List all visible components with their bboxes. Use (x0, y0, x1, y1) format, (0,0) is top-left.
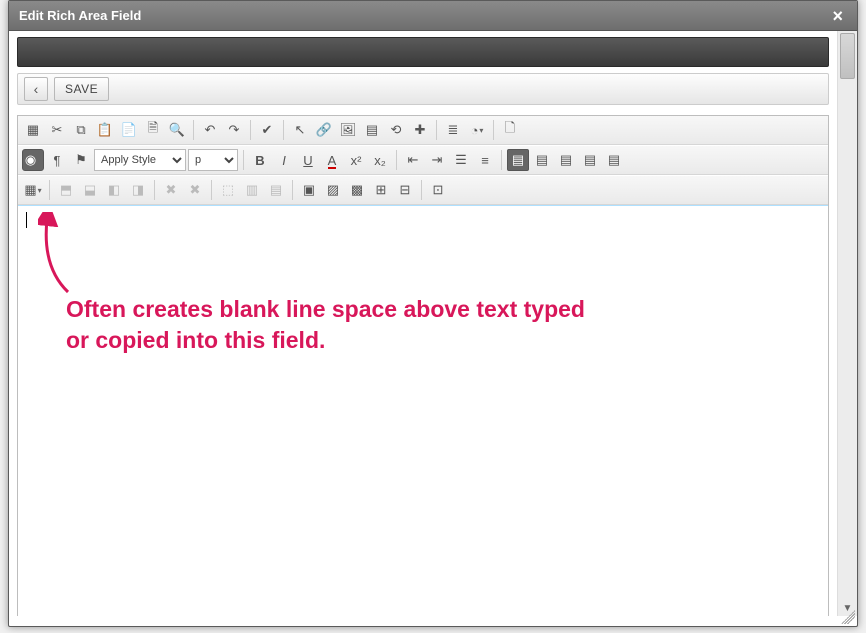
outdent-icon[interactable]: ⇤ (402, 149, 424, 171)
split-v-icon[interactable]: ▤ (265, 179, 287, 201)
paste-html-icon[interactable]: 🗎 (142, 119, 164, 141)
dialog: Edit Rich Area Field × ▲ ▼ ‹ SAVE ▦✂⧉📋📄🗎… (8, 0, 858, 627)
image-icon[interactable]: 🖼 (337, 119, 359, 141)
align-right-icon[interactable]: ▤ (555, 149, 577, 171)
row-before-icon[interactable]: ⬒ (55, 179, 77, 201)
cursor-icon[interactable]: ↖ (289, 119, 311, 141)
align-none-icon[interactable]: ▤ (603, 149, 625, 171)
toolbar-separator (49, 180, 50, 200)
split-h-icon[interactable]: ▥ (241, 179, 263, 201)
del-row-icon[interactable]: ✖ (160, 179, 182, 201)
split-cell-icon[interactable]: ⊡ (427, 179, 449, 201)
align-center-icon[interactable]: ▤ (531, 149, 553, 171)
toolbar-row-1: ▦✂⧉📋📄🗎🔍 ↶↷ ✔ ↖🔗🖼▤⟲✚ ≣◔ 🗋 (18, 116, 828, 145)
rich-editor: ▦✂⧉📋📄🗎🔍↶↷✔↖🔗🖼▤⟲✚≣◔🗋 ◉¶⚑Apply StylepBIUAx… (17, 115, 829, 616)
titlebar: Edit Rich Area Field × (9, 1, 857, 31)
remove-format-icon[interactable]: ⟲ (385, 119, 407, 141)
bold-icon[interactable]: B (249, 149, 271, 171)
pilcrow-icon[interactable]: ¶ (46, 149, 68, 171)
cell-border-icon[interactable]: ▩ (346, 179, 368, 201)
superscript-icon[interactable]: x² (345, 149, 367, 171)
find-replace-icon[interactable]: 🔍 (166, 119, 188, 141)
toolbar-separator (292, 180, 293, 200)
date-icon[interactable]: ◔ (466, 119, 488, 141)
cell-bg-icon[interactable]: ▨ (322, 179, 344, 201)
record-icon[interactable]: ◉ (22, 149, 44, 171)
save-button[interactable]: SAVE (54, 77, 109, 101)
layout-icon[interactable]: ⊟ (394, 179, 416, 201)
annotation-text: Often creates blank line space above tex… (66, 294, 585, 356)
spellcheck-icon[interactable]: ✔ (256, 119, 278, 141)
align-left-icon[interactable]: ▤ (507, 149, 529, 171)
paragraph-format-select[interactable]: p (188, 149, 238, 171)
toolbar-separator (250, 120, 251, 140)
preview-icon[interactable]: 🗋 (499, 119, 521, 141)
toolbar-separator (493, 120, 494, 140)
paste-word-icon[interactable]: 📄 (118, 119, 140, 141)
del-col-icon[interactable]: ✖ (184, 179, 206, 201)
dialog-scrollbar[interactable]: ▲ ▼ (837, 31, 857, 616)
toolbar-separator (421, 180, 422, 200)
command-row: ‹ SAVE (17, 73, 829, 105)
toolbar-separator (436, 120, 437, 140)
insert-table-icon[interactable]: ▦ (22, 179, 44, 201)
clean-icon[interactable]: ✚ (409, 119, 431, 141)
col-before-icon[interactable]: ◧ (103, 179, 125, 201)
underline-icon[interactable]: U (297, 149, 319, 171)
dialog-body: ‹ SAVE ▦✂⧉📋📄🗎🔍↶↷✔↖🔗🖼▤⟲✚≣◔🗋 ◉¶⚑Apply Styl… (9, 31, 837, 616)
cell-props-icon[interactable]: ▣ (298, 179, 320, 201)
italic-icon[interactable]: I (273, 149, 295, 171)
editor-canvas[interactable]: Often creates blank line space above tex… (18, 205, 828, 616)
toolbar-separator (193, 120, 194, 140)
dark-header-bar (17, 37, 829, 67)
toolbar-separator (396, 150, 397, 170)
text-cursor (26, 212, 27, 228)
toolbar-row-3: ▦ ⬒⬓◧◨ ✖✖ ⬚▥▤ ▣▨▩⊞⊟ ⊡ (18, 175, 828, 205)
col-after-icon[interactable]: ◨ (127, 179, 149, 201)
link-icon[interactable]: 🔗 (313, 119, 335, 141)
align-justify-icon[interactable]: ▤ (579, 149, 601, 171)
paste-icon[interactable]: 📋 (94, 119, 116, 141)
hr-icon[interactable]: ≣ (442, 119, 464, 141)
flag-icon[interactable]: ⚑ (70, 149, 92, 171)
indent-icon[interactable]: ⇥ (426, 149, 448, 171)
toolbar-separator (283, 120, 284, 140)
row-after-icon[interactable]: ⬓ (79, 179, 101, 201)
annotation-arrow-icon (38, 212, 78, 302)
scroll-thumb[interactable] (840, 33, 855, 79)
grid-icon[interactable]: ⊞ (370, 179, 392, 201)
toolbar-separator (243, 150, 244, 170)
toolbar-row-2: ◉¶⚑Apply StylepBIUAx²x₂⇤⇥☰≡▤▤▤▤▤ (18, 145, 828, 175)
apply-style-select[interactable]: Apply Style (94, 149, 186, 171)
toolbar-separator (211, 180, 212, 200)
toolbar-separator (501, 150, 502, 170)
dialog-title: Edit Rich Area Field (19, 8, 141, 23)
merge-cells-icon[interactable]: ⬚ (217, 179, 239, 201)
close-icon[interactable]: × (828, 7, 847, 25)
chevron-left-icon: ‹ (34, 81, 39, 97)
num-list-icon[interactable]: ≡ (474, 149, 496, 171)
resize-grip-icon[interactable] (841, 610, 855, 624)
annotation-line1: Often creates blank line space above tex… (66, 296, 585, 322)
cut-icon[interactable]: ✂ (46, 119, 68, 141)
font-color-icon[interactable]: A (321, 149, 343, 171)
redo-icon[interactable]: ↷ (223, 119, 245, 141)
subscript-icon[interactable]: x₂ (369, 149, 391, 171)
toolbar-separator (154, 180, 155, 200)
back-button[interactable]: ‹ (24, 77, 48, 101)
annotation-line2: or copied into this field. (66, 327, 325, 353)
select-all-icon[interactable]: ▦ (22, 119, 44, 141)
copy-icon[interactable]: ⧉ (70, 119, 92, 141)
table-props-icon[interactable]: ▤ (361, 119, 383, 141)
undo-icon[interactable]: ↶ (199, 119, 221, 141)
bul-list-icon[interactable]: ☰ (450, 149, 472, 171)
